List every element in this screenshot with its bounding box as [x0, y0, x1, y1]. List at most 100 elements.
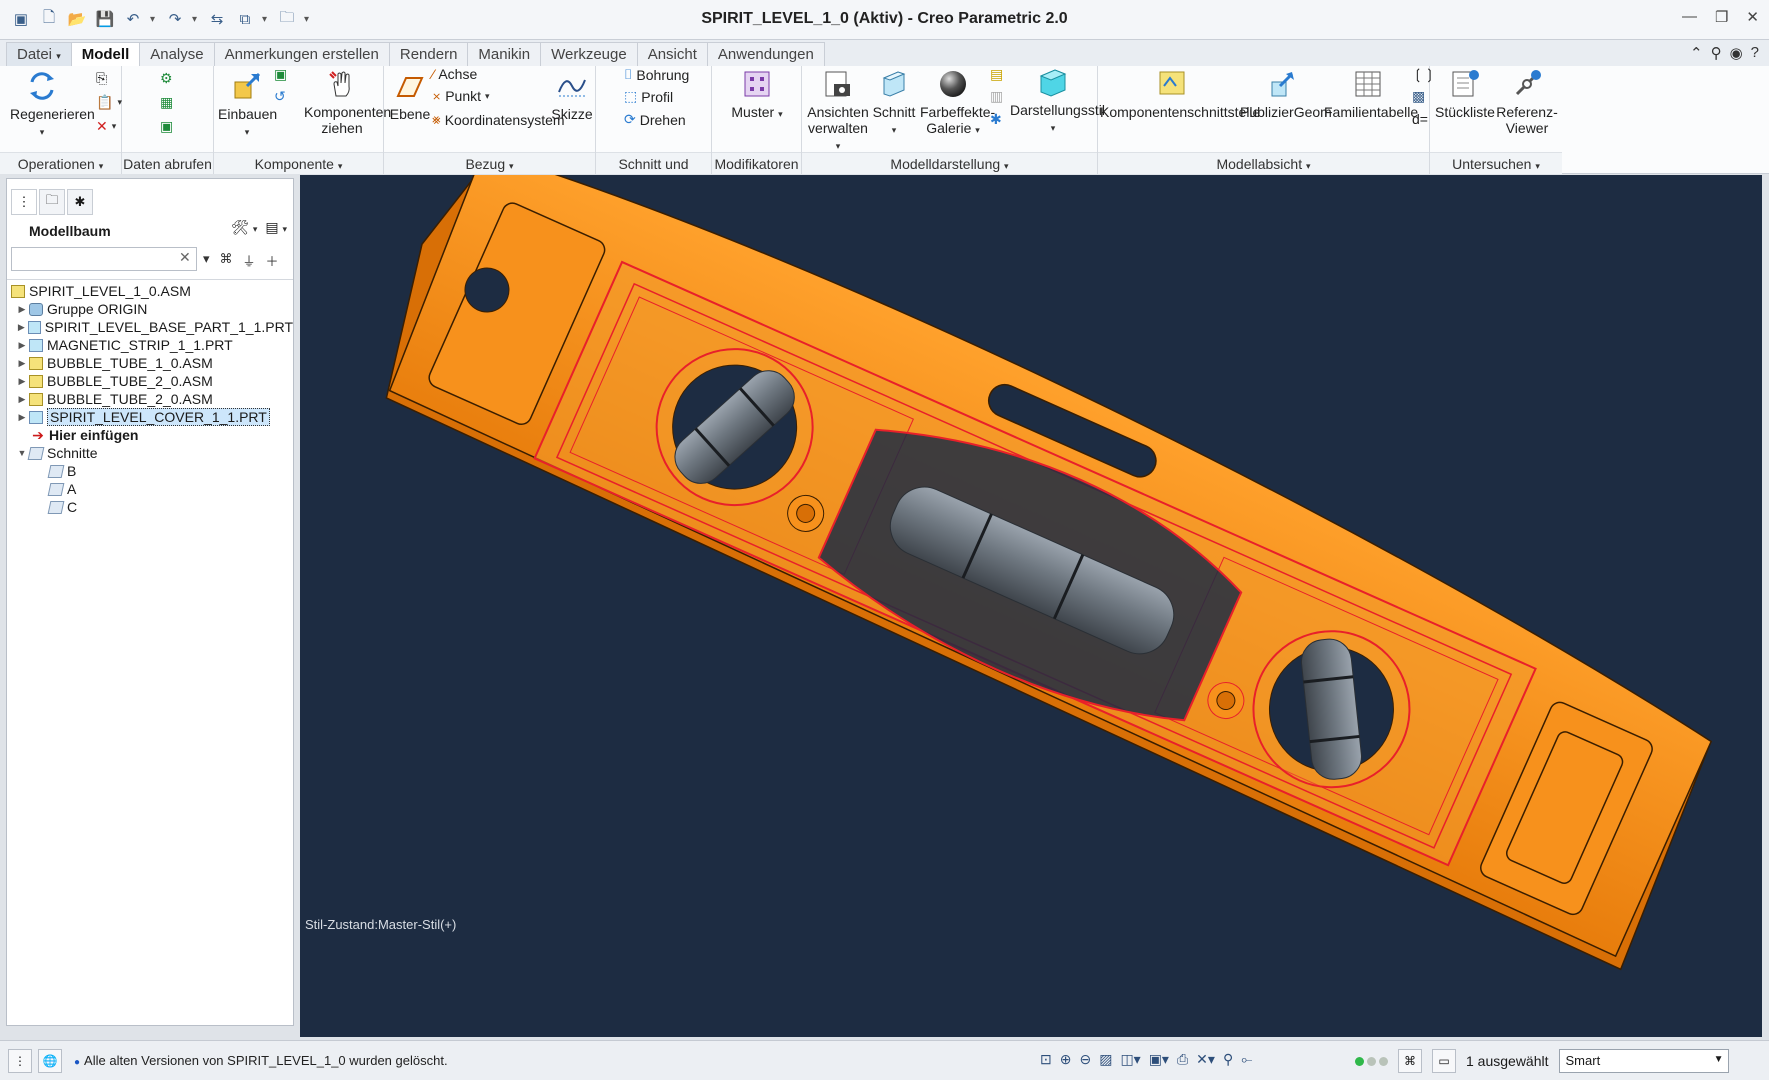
punkt-button[interactable]: ⨯ Punkt ▾ [432, 88, 490, 104]
group-label-bezug[interactable]: Bezug ▾ [384, 152, 595, 174]
zoom-in-icon[interactable]: ⊕ [1060, 1051, 1072, 1068]
paste-icon[interactable]: 📋 ▾ [96, 94, 122, 111]
saved-orientations-icon[interactable]: ◫▾ [1120, 1051, 1140, 1068]
group-label-modellabsicht[interactable]: Modellabsicht ▾ [1098, 152, 1429, 174]
group-label-modelldarstellung[interactable]: Modelldarstellung ▾ [802, 152, 1097, 174]
einbauen-button[interactable]: Einbauen ▾ [218, 70, 277, 140]
help-icon[interactable]: ? [1751, 44, 1759, 62]
tree-row[interactable]: ▶ BUBBLE_TUBE_1_0.ASM [7, 354, 293, 372]
datum-display-icon[interactable]: ✕▾ [1196, 1051, 1215, 1068]
favorites-tab-icon[interactable]: ✱ [67, 189, 93, 215]
minimize-ribbon-icon[interactable]: ⌃ [1690, 44, 1703, 62]
koordinatensystem-button[interactable]: ⨳ Koordinatensystem [432, 111, 565, 128]
muster-button[interactable]: Muster ▾ [724, 68, 790, 122]
tree-row-section[interactable]: B [7, 462, 293, 480]
copy-icon[interactable]: ⎘ [96, 70, 107, 87]
clear-search-icon[interactable]: ✕ [179, 249, 191, 266]
expand-arrow-icon[interactable]: ▶ [15, 322, 28, 333]
tree-row[interactable]: ▶ BUBBLE_TUBE_2_0.ASM [7, 390, 293, 408]
tree-search-input[interactable] [11, 247, 197, 271]
close-icon[interactable]: ✕ [1746, 8, 1759, 26]
tab-ansicht[interactable]: Ansicht [636, 42, 708, 66]
filter-icon[interactable]: ⏚ [243, 251, 256, 270]
achse-button[interactable]: ⁄ Achse [432, 66, 477, 82]
expand-arrow-icon[interactable]: ▶ [15, 304, 29, 315]
tree-row[interactable]: ▶ SPIRIT_LEVEL_BASE_PART_1_1.PRT [7, 318, 293, 336]
model-tree-tab-icon[interactable]: ⋮ [11, 189, 37, 215]
expand-arrow-icon[interactable]: ▶ [15, 376, 29, 387]
create-component-icon[interactable]: ▣ [274, 66, 287, 83]
add-column-icon[interactable]: ＋ [266, 251, 279, 270]
drag-components-button[interactable]: Komponenten ziehen [304, 68, 391, 136]
tree-row-sections[interactable]: ▼ Schnitte [7, 444, 293, 462]
layer-icon[interactable]: ▤ [990, 66, 1003, 83]
delete-icon[interactable]: ✕ ▾ [96, 118, 116, 135]
user-defined-feature-icon[interactable]: ⚙ [160, 70, 173, 87]
publiziergeom-button[interactable]: PublizierGeom [1240, 68, 1332, 120]
graphics-window[interactable]: Stil-Zustand:Master-Stil(+) [300, 175, 1762, 1037]
tree-row-root[interactable]: SPIRIT_LEVEL_1_0.ASM [7, 282, 293, 300]
toggle-navigator-icon[interactable]: ⋮ [8, 1049, 32, 1073]
collapse-arrow-icon[interactable]: ▼ [15, 448, 29, 458]
stueckliste-button[interactable]: Stückliste [1434, 68, 1496, 120]
refit-icon[interactable]: ⊡ [1040, 1051, 1052, 1068]
tree-columns-icon[interactable]: ▤ ▾ [265, 219, 287, 236]
tab-werkzeuge[interactable]: Werkzeuge [540, 42, 638, 66]
repeat-icon[interactable]: ↺ [274, 88, 286, 105]
farbeffekte-button[interactable]: Farbeffekte- Galerie ▾ [920, 68, 995, 138]
tree-row-insert-here[interactable]: ➔ Hier einfügen [7, 426, 293, 444]
tab-analyse[interactable]: Analyse [139, 42, 215, 66]
drehen-button[interactable]: ⟳ Drehen [624, 111, 686, 128]
annotation-display-icon[interactable]: ⎙ [1177, 1051, 1188, 1068]
tab-modell[interactable]: Modell [70, 42, 141, 67]
profil-button[interactable]: ⬚ Profil [624, 88, 673, 105]
tab-manikin[interactable]: Manikin [467, 42, 542, 66]
tree-row[interactable]: ▶ MAGNETIC_STRIP_1_1.PRT [7, 336, 293, 354]
familientabelle-button[interactable]: Familientabelle [1324, 68, 1418, 120]
tree-settings-icon[interactable]: 🛠 ▾ [231, 219, 257, 236]
maximize-icon[interactable]: ❐ [1715, 8, 1728, 26]
shrinkwrap-icon[interactable]: ▣ [160, 118, 173, 135]
tab-datei[interactable]: Datei ▾ [6, 42, 72, 66]
search-dropdown-icon[interactable]: ▾ [203, 251, 210, 270]
find-binoculars-icon[interactable]: ⌘ [220, 251, 233, 270]
skizze-button[interactable]: Skizze [550, 70, 594, 122]
search-icon[interactable]: ⚲ [1711, 44, 1722, 62]
tab-rendern[interactable]: Rendern [388, 42, 469, 66]
tree-row[interactable]: ▶ Gruppe ORIGIN [7, 300, 293, 318]
spin-center-icon[interactable]: ⚲ [1223, 1051, 1233, 1068]
selection-box-icon[interactable]: ▭ [1432, 1049, 1456, 1073]
expand-arrow-icon[interactable]: ▶ [15, 394, 29, 405]
tree-row-section[interactable]: A [7, 480, 293, 498]
regenerate-button[interactable]: Regenerieren ▾ [10, 70, 95, 140]
group-label-modifikatoren[interactable]: Modifikatoren ▾ [712, 152, 801, 193]
group-label-daten-abrufen[interactable]: Daten abrufen ▾ [122, 152, 213, 193]
minimize-icon[interactable]: — [1682, 8, 1697, 26]
komponentenschnittstelle-button[interactable]: Komponentenschnittstelle [1100, 68, 1260, 120]
section-display-icon[interactable]: ⟜ [1241, 1051, 1252, 1068]
group-label-untersuchen[interactable]: Untersuchen ▾ [1430, 152, 1562, 174]
display-style-small-icon[interactable]: ▣▾ [1149, 1051, 1169, 1068]
parameters-icon[interactable]: ▩ [1412, 88, 1425, 105]
group-label-komponente[interactable]: Komponente ▾ [214, 152, 383, 174]
tab-anmerkungen[interactable]: Anmerkungen erstellen [213, 42, 390, 66]
perspective-icon[interactable]: ✱ [990, 111, 1002, 128]
scene-icon[interactable]: ▥ [990, 88, 1003, 105]
tree-row-selected[interactable]: ▶ SPIRIT_LEVEL_COVER_1_1.PRT [7, 408, 293, 426]
spirit-level-model[interactable] [300, 175, 1762, 1037]
schnitt-button[interactable]: Schnitt ▾ [872, 68, 916, 138]
referenz-viewer-button[interactable]: Referenz- Viewer [1494, 68, 1560, 136]
expand-arrow-icon[interactable]: ▶ [15, 340, 29, 351]
group-label-schnitt-flaeche[interactable]: Schnitt und Fläche ▾ [596, 152, 711, 194]
tab-anwendungen[interactable]: Anwendungen [706, 42, 825, 66]
tree-row-section[interactable]: C [7, 498, 293, 516]
folder-browser-tab-icon[interactable]: 🗀 [39, 189, 65, 215]
ansichten-verwalten-button[interactable]: Ansichten verwalten ▾ [806, 68, 870, 154]
find-icon[interactable]: ⌘ [1398, 1049, 1422, 1073]
selection-filter-select[interactable]: Smart ▼ [1558, 1049, 1729, 1073]
repaint-icon[interactable]: ▨ [1099, 1051, 1112, 1068]
expand-arrow-icon[interactable]: ▶ [15, 412, 29, 423]
copy-geometry-icon[interactable]: ▦ [160, 94, 173, 111]
community-icon[interactable]: ◉ [1730, 44, 1743, 62]
tree-row[interactable]: ▶ BUBBLE_TUBE_2_0.ASM [7, 372, 293, 390]
